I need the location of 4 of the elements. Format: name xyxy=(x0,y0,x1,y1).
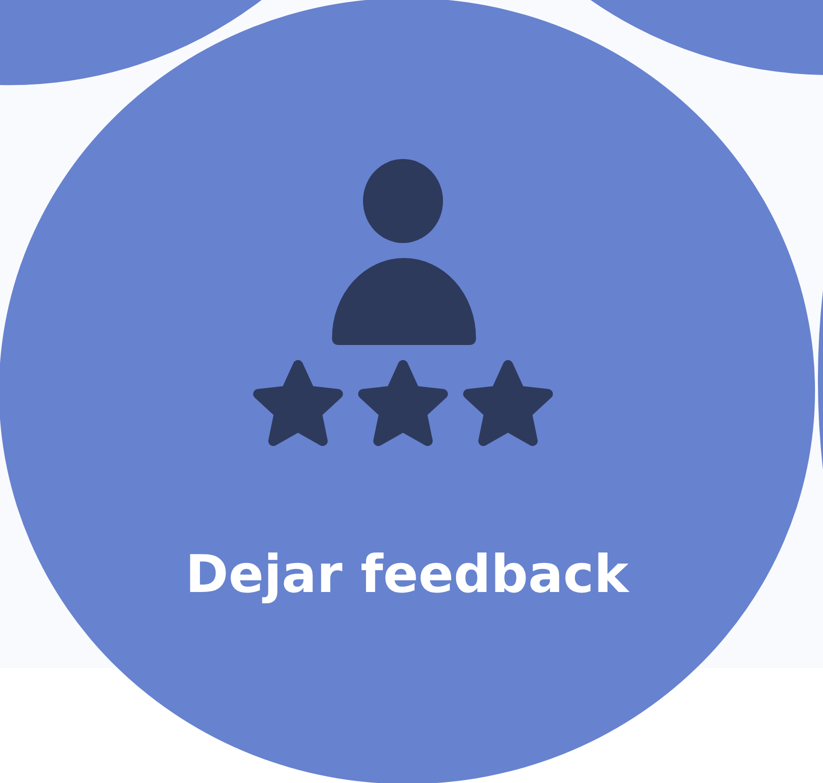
feedback-button[interactable]: Dejar feedback xyxy=(0,0,815,783)
circle-button[interactable] xyxy=(0,0,262,85)
circle-button[interactable] xyxy=(818,290,823,470)
circle-button[interactable] xyxy=(590,0,823,75)
